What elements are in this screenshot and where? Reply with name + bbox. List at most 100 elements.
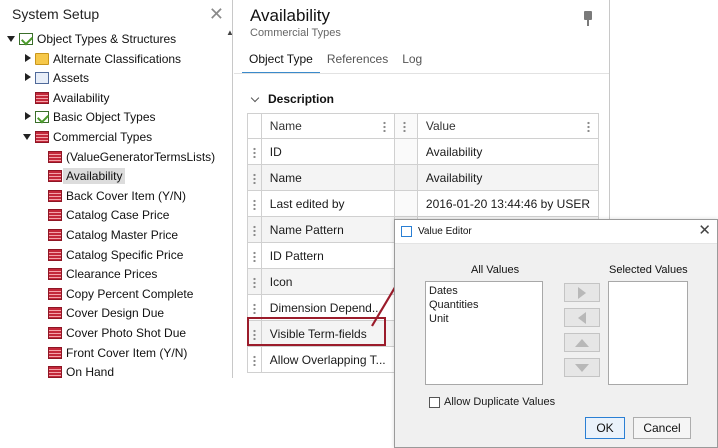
name-column-header[interactable]: Name <box>260 113 395 139</box>
expand-down-icon[interactable] <box>22 132 32 142</box>
move-up-button[interactable] <box>564 333 600 352</box>
tree-item[interactable]: Basic Object Types <box>22 107 156 127</box>
drag-handle[interactable] <box>247 138 262 165</box>
column-menu-icon[interactable] <box>587 120 590 132</box>
expand-right-icon[interactable] <box>22 112 32 122</box>
tree-scrollbar[interactable]: ▲ <box>226 28 232 378</box>
tree-item[interactable]: Availability <box>35 88 109 108</box>
drag-handle[interactable] <box>247 164 262 191</box>
list-item[interactable]: Unit <box>428 312 540 326</box>
tree-item[interactable]: Catalog Master Price <box>48 225 178 245</box>
drag-handle[interactable] <box>247 216 262 243</box>
drag-handle-icon[interactable] <box>252 224 256 236</box>
selected-values-label: Selected Values <box>609 264 688 276</box>
drag-handle-icon[interactable] <box>252 302 256 314</box>
tree-item-label: Catalog Master Price <box>66 228 179 242</box>
tree-item-label: Front Cover Item (Y/N) <box>66 345 188 360</box>
tree-item[interactable]: Alternate Classifications <box>22 49 181 69</box>
table-icon <box>48 346 62 359</box>
tree-item-label: Assets <box>53 71 90 86</box>
drag-handle-icon[interactable] <box>252 354 256 366</box>
panel-header: System Setup ✕ <box>0 0 232 28</box>
move-down-button[interactable] <box>564 358 600 377</box>
close-icon[interactable]: ✕ <box>209 5 224 23</box>
assets-icon <box>35 72 49 85</box>
table-icon <box>48 268 62 281</box>
object-types-tree: Object Types & Structures Alternate Class… <box>0 28 232 378</box>
page-subtitle: Commercial Types <box>250 27 341 39</box>
tree-item[interactable]: Back Cover Item (Y/N) <box>48 186 186 206</box>
property-value[interactable]: Availability <box>416 164 600 191</box>
tree-item[interactable]: Assets <box>22 68 89 88</box>
close-icon[interactable]: ✕ <box>698 223 711 238</box>
expand-right-icon[interactable] <box>22 73 32 83</box>
expand-down-icon[interactable] <box>6 34 16 44</box>
column-menu-icon[interactable] <box>382 120 386 132</box>
value-column-header[interactable]: Value <box>416 113 600 139</box>
drag-handle-icon[interactable] <box>252 328 256 340</box>
table-row[interactable]: ID Availability <box>247 138 600 165</box>
tree-item-label: Cover Design Due <box>66 306 165 321</box>
move-right-button[interactable] <box>564 283 600 302</box>
scroll-up-icon[interactable]: ▲ <box>226 28 232 37</box>
move-left-button[interactable] <box>564 308 600 327</box>
tab-log[interactable]: Log <box>395 48 429 74</box>
all-values-list[interactable]: Dates Quantities Unit <box>425 281 543 385</box>
table-row[interactable]: Name Availability <box>247 164 600 191</box>
drag-handle-icon[interactable] <box>252 146 256 158</box>
tree-item[interactable]: Copy Percent Complete <box>48 284 193 304</box>
drag-handle[interactable] <box>247 242 262 269</box>
tab-references[interactable]: References <box>320 48 395 74</box>
tree-item-label: On Hand <box>66 365 115 378</box>
tree-item-label: Copy Percent Complete <box>66 286 194 301</box>
blank-cell <box>393 164 418 191</box>
tree-item[interactable]: Availability <box>48 166 126 186</box>
drag-handle[interactable] <box>247 320 262 347</box>
list-item[interactable]: Dates <box>428 284 540 298</box>
drag-handle[interactable] <box>247 190 262 217</box>
move-up-icon <box>575 338 589 347</box>
tree-item[interactable]: Object Types & Structures <box>6 29 176 49</box>
drag-handle[interactable] <box>247 268 262 295</box>
tree-item[interactable]: On Hand <box>48 362 114 378</box>
tree-item[interactable]: Catalog Specific Price <box>48 245 183 265</box>
allow-duplicates-row[interactable]: Allow Duplicate Values <box>429 396 555 408</box>
selected-values-list[interactable] <box>608 281 688 385</box>
drag-handle-icon[interactable] <box>252 198 256 210</box>
tab-object-type[interactable]: Object Type <box>242 48 320 74</box>
dialog-title: Value Editor <box>418 226 472 237</box>
grid-header-row: Name Value <box>247 113 600 139</box>
tree-item[interactable]: Cover Design Due <box>48 303 164 323</box>
expand-right-icon[interactable] <box>22 53 32 64</box>
ok-button[interactable]: OK <box>585 417 625 439</box>
property-value[interactable]: Availability <box>416 138 600 165</box>
tree-item[interactable]: Clearance Prices <box>48 264 157 284</box>
move-left-icon <box>578 311 586 324</box>
column-menu-icon[interactable] <box>402 121 406 133</box>
page-title: Availability <box>250 6 331 25</box>
blank-column-header <box>393 113 418 139</box>
cancel-button[interactable]: Cancel <box>633 417 691 439</box>
list-item[interactable]: Quantities <box>428 298 540 312</box>
drag-handle-icon[interactable] <box>252 276 256 288</box>
tree-item[interactable]: Commercial Types <box>22 127 152 147</box>
drag-handle-icon[interactable] <box>252 250 256 262</box>
pin-icon[interactable] <box>584 11 592 27</box>
allow-duplicates-checkbox[interactable] <box>429 396 440 408</box>
drag-handle[interactable] <box>247 346 262 373</box>
tree-item[interactable]: Front Cover Item (Y/N) <box>48 343 187 363</box>
tree-item[interactable]: (ValueGeneratorTermsLists) <box>48 147 215 167</box>
check-list-icon <box>19 33 33 45</box>
table-icon <box>48 170 62 183</box>
value-column-label: Value <box>425 119 456 133</box>
tree-item-label: Alternate Classifications <box>53 51 182 66</box>
drag-handle[interactable] <box>247 294 262 321</box>
property-value[interactable]: 2016-01-20 13:44:46 by USER <box>416 190 600 217</box>
description-section-header[interactable]: Description <box>252 92 334 106</box>
tree-item[interactable]: Catalog Case Price <box>48 205 169 225</box>
tree-item[interactable]: Cover Photo Shot Due <box>48 323 186 343</box>
chevron-down-icon[interactable] <box>252 95 260 103</box>
property-name: Name Pattern <box>260 216 395 243</box>
table-row[interactable]: Last edited by 2016-01-20 13:44:46 by USE… <box>247 190 600 217</box>
drag-handle-icon[interactable] <box>252 172 256 184</box>
